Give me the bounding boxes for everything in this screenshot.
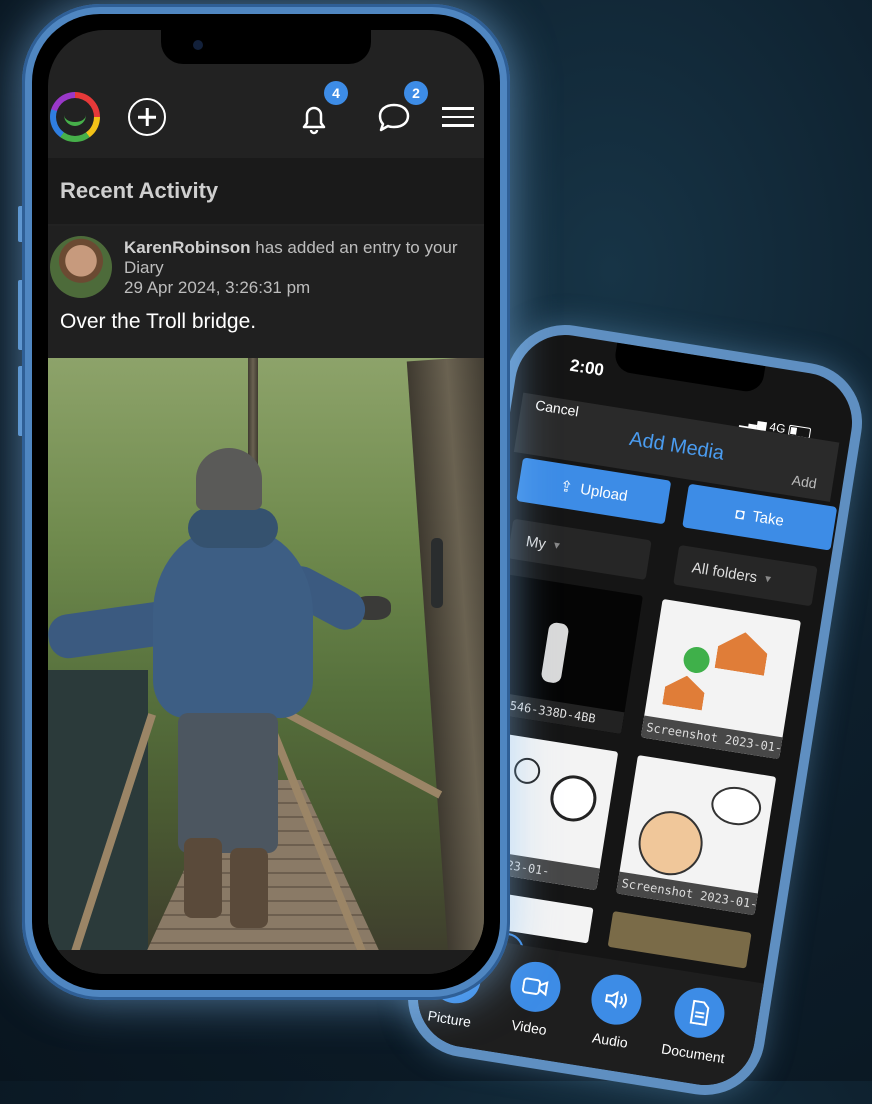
activity-post: KarenRobinson has added an entry to your… — [48, 226, 484, 358]
tile-image — [540, 621, 570, 684]
post-timestamp: 29 Apr 2024, 3:26:31 pm — [124, 278, 311, 297]
messages-badge: 2 — [404, 81, 428, 105]
post-author-link[interactable]: KarenRobinson — [124, 238, 251, 257]
person — [230, 848, 268, 928]
thought-bubble-image — [708, 783, 764, 829]
person — [431, 538, 443, 608]
stick-figure-image — [512, 756, 543, 786]
tree-trunk — [406, 358, 484, 970]
house-image — [662, 673, 707, 711]
media-tile-caption: Screenshot 2023-01- — [616, 871, 758, 916]
post-text: Over the Troll bridge. — [60, 310, 257, 333]
app-logo-icon[interactable] — [50, 92, 100, 142]
owner-filter-value: My — [524, 532, 548, 553]
video-icon — [506, 958, 565, 1016]
person — [184, 838, 222, 918]
folder-filter-value: All folders — [690, 558, 759, 586]
upload-icon: ⇪ — [558, 477, 574, 497]
add-post-button[interactable] — [128, 98, 166, 136]
bell-icon — [302, 106, 326, 135]
phone-notch — [612, 342, 766, 394]
post-meta: KarenRobinson has added an entry to your… — [124, 238, 476, 298]
media-tile[interactable]: Screenshot 2023-01- — [640, 598, 801, 760]
phone-notch — [161, 30, 371, 64]
recent-activity-screen: 4 2 Recent Activity KarenRobinson has ad… — [48, 30, 484, 974]
hamburger-menu-icon[interactable] — [442, 101, 474, 133]
section-title: Recent Activity — [60, 178, 219, 203]
tab-picture-label: Picture — [426, 1007, 473, 1031]
person — [188, 508, 278, 548]
camera-dot — [193, 40, 203, 50]
upload-label: Upload — [579, 480, 629, 505]
tree-image — [681, 645, 712, 675]
face-image — [633, 806, 708, 880]
document-icon — [670, 984, 729, 1042]
media-tile[interactable]: Screenshot 2023-01- — [616, 755, 777, 916]
media-tile[interactable] — [607, 911, 752, 969]
phone-bezel: 4 2 Recent Activity KarenRobinson has ad… — [32, 14, 500, 990]
ball-image — [547, 772, 600, 825]
speaker-icon — [587, 971, 646, 1029]
post-photo[interactable] — [48, 358, 484, 970]
tab-document-label: Document — [660, 1040, 726, 1067]
messages-button[interactable]: 2 — [374, 81, 428, 137]
house-image — [715, 628, 771, 675]
tab-video-label: Video — [510, 1016, 548, 1039]
person — [178, 713, 278, 853]
owner-filter-select[interactable]: My ▼ — [507, 518, 652, 581]
avatar[interactable] — [50, 236, 112, 298]
tab-document[interactable]: Document — [647, 981, 747, 1068]
app-toolbar: 4 2 — [48, 76, 484, 158]
media-tile-caption: Screenshot 2023-01- — [640, 715, 783, 760]
folder-filter-select[interactable]: All folders ▼ — [673, 544, 818, 607]
caret-down-icon: ▼ — [762, 572, 774, 586]
status-time: 2:00 — [568, 355, 606, 380]
tab-audio-label: Audio — [591, 1029, 629, 1051]
smile-icon — [64, 110, 86, 126]
camera-icon: ◘ — [734, 504, 746, 524]
bottom-bar — [48, 950, 484, 974]
take-label: Take — [751, 507, 786, 530]
person — [153, 528, 313, 718]
stream — [48, 670, 148, 970]
primary-phone: 4 2 Recent Activity KarenRobinson has ad… — [22, 4, 510, 1000]
notifications-badge: 4 — [324, 81, 348, 105]
caret-down-icon: ▼ — [550, 539, 563, 552]
chat-bubble-icon — [378, 103, 410, 132]
notifications-button[interactable]: 4 — [294, 81, 348, 137]
person — [196, 448, 262, 510]
section-header: Recent Activity — [48, 158, 484, 224]
